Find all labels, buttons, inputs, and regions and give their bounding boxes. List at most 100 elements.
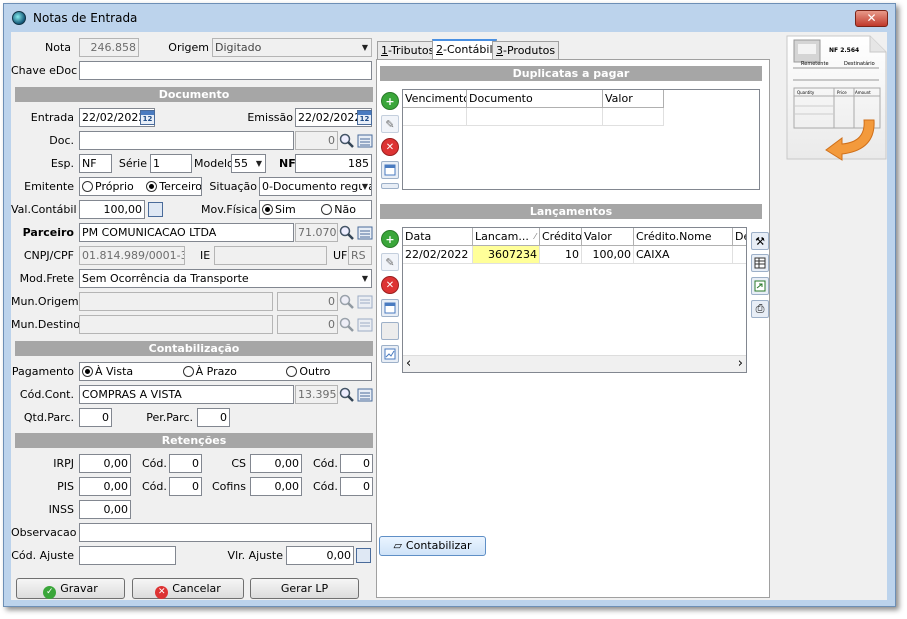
list-icon[interactable]	[356, 315, 374, 334]
tab-contabil[interactable]: 2-Contábil	[432, 39, 497, 59]
esp-field[interactable]: NF	[79, 154, 112, 173]
irpj-cod-field[interactable]: 0	[169, 454, 202, 473]
list-icon[interactable]	[356, 292, 374, 311]
irpj-field[interactable]: 0,00	[79, 454, 131, 473]
delete-icon[interactable]: ✕	[381, 138, 399, 156]
more-icon[interactable]	[381, 183, 399, 189]
list-icon[interactable]	[356, 223, 374, 242]
calendar-icon[interactable]: 12	[357, 110, 372, 125]
column-header[interactable]: Crédito.Nome	[634, 228, 733, 246]
add-icon[interactable]: +	[381, 230, 399, 248]
parceiro-code-field[interactable]: 71.070	[295, 223, 338, 242]
column-header[interactable]: Documento	[467, 90, 603, 108]
doc-number-field[interactable]: 0	[295, 131, 338, 150]
add-icon[interactable]: +	[381, 92, 399, 110]
lancamentos-grid[interactable]: Data Lancam... ⁄ Crédito Valor Crédito.No…	[402, 227, 747, 373]
pis-cod-field[interactable]: 0	[169, 477, 202, 496]
gerarlp-button[interactable]: Gerar LP	[250, 578, 359, 599]
origem-select[interactable]: Digitado ▼	[212, 38, 372, 57]
horizontal-scrollbar[interactable]: ‹ ›	[403, 355, 746, 372]
cofins-field[interactable]: 0,00	[250, 477, 302, 496]
search-icon[interactable]	[338, 385, 356, 404]
cnpj-field[interactable]: 01.814.989/0001-30	[79, 246, 185, 265]
codajuste-field[interactable]	[79, 546, 176, 565]
search-icon[interactable]	[338, 315, 356, 334]
calculator-icon[interactable]	[356, 548, 371, 563]
observacao-field[interactable]	[79, 523, 372, 542]
table-cell-de[interactable]	[733, 246, 746, 264]
movfisica-nao-radio[interactable]: Não	[321, 203, 356, 216]
pagamento-avista-radio[interactable]: À Vista	[82, 365, 133, 378]
modfrete-select[interactable]: Sem Ocorrência da Transporte ▼	[79, 269, 372, 288]
column-header[interactable]: Valor	[603, 90, 664, 108]
pagamento-aprazo-radio[interactable]: À Prazo	[182, 365, 237, 378]
tools-icon[interactable]: ⚒	[751, 232, 769, 250]
column-header[interactable]: Valor	[582, 228, 634, 246]
window-icon[interactable]	[381, 299, 399, 317]
export-icon[interactable]	[751, 277, 769, 295]
chave-edoc-field[interactable]	[79, 61, 372, 80]
tab-tributos[interactable]: 1-Tributos	[377, 41, 439, 59]
cancelar-button[interactable]: ✕ Cancelar	[132, 578, 244, 599]
mundestino-name-field[interactable]	[79, 315, 273, 334]
blank-button[interactable]	[381, 322, 399, 340]
tab-produtos[interactable]: 3-Produtos	[492, 41, 560, 59]
delete-icon[interactable]: ✕	[381, 276, 399, 294]
cofins-cod-field[interactable]: 0	[340, 477, 373, 496]
column-header[interactable]: Vencimento	[403, 90, 467, 108]
duplicatas-grid[interactable]: Vencimento Documento Valor	[402, 89, 760, 190]
contabilizar-button[interactable]: ▱ Contabilizar	[379, 536, 486, 556]
list-icon[interactable]	[356, 131, 374, 150]
serie-field[interactable]: 1	[150, 154, 192, 173]
ie-field[interactable]	[214, 246, 327, 265]
cs-field[interactable]: 0,00	[250, 454, 302, 473]
search-icon[interactable]	[338, 131, 356, 150]
edit-icon[interactable]: ✎	[381, 115, 399, 133]
perparc-field[interactable]: 0	[197, 408, 230, 427]
nf-field[interactable]: 185	[295, 154, 372, 173]
emitente-proprio-radio[interactable]: Próprio	[82, 180, 134, 193]
grid-cell[interactable]	[467, 108, 603, 126]
scroll-right-icon[interactable]: ›	[738, 356, 743, 371]
pagamento-outro-radio[interactable]: Outro	[286, 365, 330, 378]
table-cell-lancamento[interactable]: 3607234	[473, 246, 540, 264]
chart-icon[interactable]	[381, 345, 399, 363]
uf-field[interactable]: RS	[348, 246, 372, 265]
situacao-select[interactable]: 0-Documento regula ▼	[259, 177, 372, 196]
vlrajuste-field[interactable]: 0,00	[286, 546, 354, 565]
pis-field[interactable]: 0,00	[79, 477, 131, 496]
column-header[interactable]: De	[733, 228, 746, 246]
table-cell-valor[interactable]: 100,00	[582, 246, 634, 264]
calendar-icon[interactable]: 12	[140, 110, 155, 125]
table-cell-credito[interactable]: 10	[540, 246, 582, 264]
list-icon[interactable]	[356, 385, 374, 404]
table-cell-credito-nome[interactable]: CAIXA	[634, 246, 733, 264]
valcontabil-field[interactable]: 100,00	[79, 200, 145, 219]
table-icon[interactable]	[751, 254, 769, 272]
grid-cell[interactable]	[403, 108, 467, 126]
qtdparc-field[interactable]: 0	[79, 408, 112, 427]
movfisica-sim-radio[interactable]: Sim	[262, 203, 296, 216]
column-header[interactable]: Crédito	[540, 228, 582, 246]
window-icon[interactable]	[381, 161, 399, 179]
inss-field[interactable]: 0,00	[79, 500, 131, 519]
codcont-code-field[interactable]: 13.395	[295, 385, 338, 404]
column-header[interactable]: Lancam... ⁄	[473, 228, 540, 246]
emitente-terceiros-radio[interactable]: Terceiros	[146, 180, 201, 193]
print-icon[interactable]: ⎙	[751, 300, 769, 318]
table-cell-data[interactable]: 22/02/2022	[403, 246, 473, 264]
nota-field[interactable]: 246.858	[79, 38, 139, 57]
grid-cell[interactable]	[603, 108, 664, 126]
cs-cod-field[interactable]: 0	[340, 454, 373, 473]
munorigem-code-field[interactable]: 0	[277, 292, 338, 311]
search-icon[interactable]	[338, 223, 356, 242]
close-button[interactable]: ✕	[855, 10, 888, 27]
modelo-select[interactable]: 55 ▼	[231, 154, 266, 173]
scroll-left-icon[interactable]: ‹	[406, 356, 411, 371]
gravar-button[interactable]: ✓ Gravar	[16, 578, 125, 599]
parceiro-field[interactable]: PM COMUNICACAO LTDA	[79, 223, 294, 242]
munorigem-name-field[interactable]	[79, 292, 273, 311]
calculator-icon[interactable]	[148, 202, 163, 217]
doc-field[interactable]	[79, 131, 294, 150]
edit-icon[interactable]: ✎	[381, 253, 399, 271]
